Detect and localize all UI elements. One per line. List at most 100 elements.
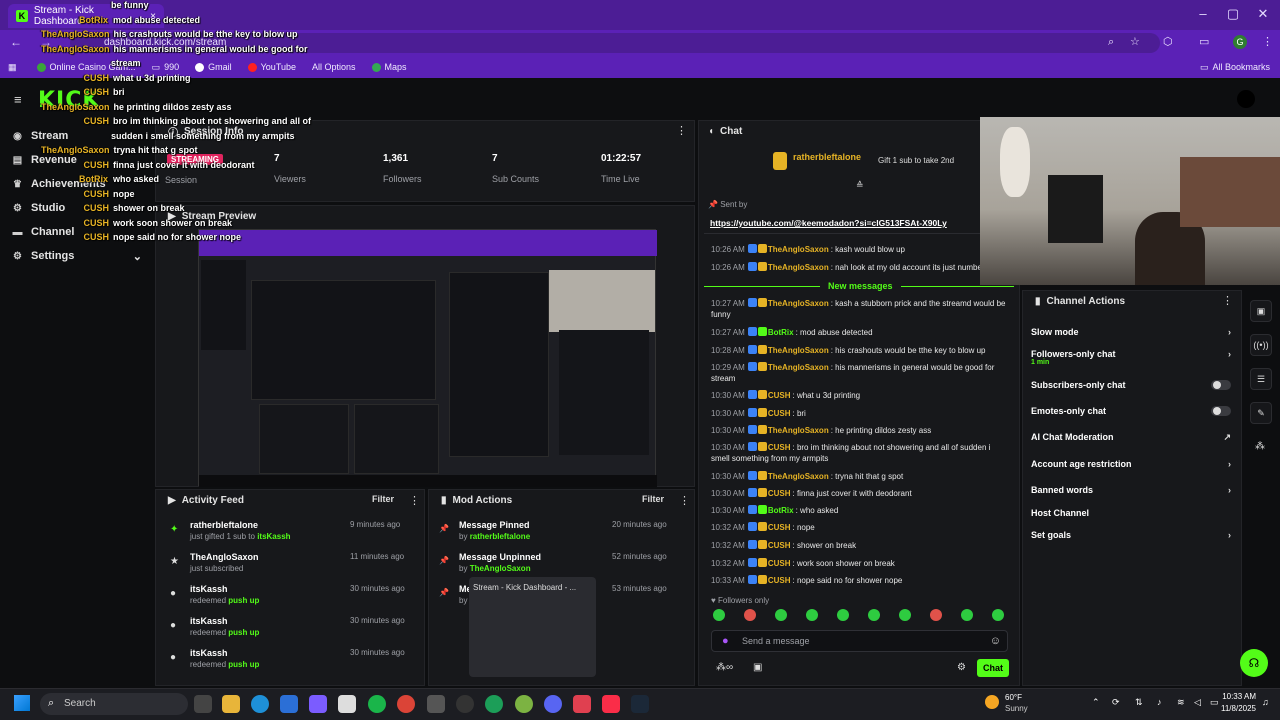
chat-input[interactable]: ● Send a message ☺ [711,630,1008,652]
stream-video[interactable] [198,229,657,487]
chat-username[interactable]: CUSH [768,489,791,498]
support-headset-icon[interactable]: ☊ [1240,649,1268,677]
channel-actions-more-icon[interactable]: ⋮ [1222,294,1233,307]
chat-username[interactable]: TheAngloSaxon [768,299,829,308]
toggle-switch[interactable] [1211,380,1231,390]
chat-username[interactable]: CUSH [768,523,791,532]
bookmark-item[interactable]: Maps [371,62,407,72]
emote-icon[interactable] [713,609,725,621]
windows-start-icon[interactable] [14,695,30,711]
feed-user[interactable]: ratherbleftalone [190,520,258,530]
extensions-icon[interactable]: ⬡ [1163,35,1173,48]
chat-username[interactable]: TheAngloSaxon [768,363,829,372]
obs-icon[interactable] [456,695,474,713]
maximize-icon[interactable]: ▢ [1218,6,1248,22]
emote-icon[interactable] [930,609,942,621]
chat-username[interactable]: TheAngloSaxon [768,346,829,355]
gift-box-icon[interactable]: ▣ [753,662,762,673]
steam-icon[interactable] [631,695,649,713]
emote-icon[interactable] [868,609,880,621]
emote-icon[interactable] [775,609,787,621]
notepad-icon[interactable] [338,695,356,713]
back-icon[interactable]: ← [10,35,22,49]
activity-filter-button[interactable]: Filter [372,494,394,504]
close-window-icon[interactable]: ✕ [1248,6,1278,22]
xbox-icon[interactable] [368,695,386,713]
minimize-icon[interactable]: – [1188,6,1218,21]
tray-mic-icon[interactable]: ♪ [1157,697,1162,707]
tray-sync-icon[interactable]: ⟳ [1112,697,1120,708]
edge-icon[interactable] [251,695,269,713]
tray-network-icon[interactable]: ⇅ [1135,697,1143,708]
channel-action-account-age-restriction[interactable]: Account age restriction › [1031,459,1231,469]
mod-filter-button[interactable]: Filter [642,494,664,504]
weather-temp[interactable]: 60°F [1005,693,1022,702]
chat-username[interactable]: CUSH [768,443,791,452]
bookmark-item[interactable]: ▭ 990 [152,62,180,73]
side-apps-icon[interactable]: ⁂ [1255,441,1265,452]
emote-icon[interactable] [837,609,849,621]
chat-username[interactable]: CUSH [768,576,791,585]
channel-action-emotes-only-chat[interactable]: Emotes-only chat [1031,406,1231,416]
emote-icon[interactable] [744,609,756,621]
bookmark-item[interactable]: All Options [312,62,356,72]
toggle-switch[interactable] [1211,406,1231,416]
chat-username[interactable]: BotRix [768,328,794,337]
emote-icon[interactable] [806,609,818,621]
channel-action-ai-chat-moderation[interactable]: AI Chat Moderation ↗ [1031,432,1231,442]
volume-icon[interactable]: ◁ [1194,697,1201,708]
apps-grid-icon[interactable]: ▦ [8,62,17,73]
collapse-pin-icon[interactable]: ≙ [856,180,864,191]
channel-action-banned-words[interactable]: Banned words › [1031,485,1231,495]
feed-user[interactable]: TheAngloSaxon [190,552,259,562]
store-icon[interactable] [280,695,298,713]
chat-username[interactable]: TheAngloSaxon [768,245,829,254]
chat-username[interactable]: CUSH [768,409,791,418]
emoji-icon[interactable]: ☺ [990,635,1001,647]
chat-username[interactable]: CUSH [768,391,791,400]
hamburger-menu-icon[interactable]: ≡ [14,92,22,107]
all-bookmarks[interactable]: ▭ All Bookmarks [1200,62,1270,73]
wifi-icon[interactable]: ≋ [1177,697,1185,708]
mod-user[interactable]: TheAngloSaxon [470,564,531,573]
clock-date[interactable]: 11/8/2025 [1214,704,1256,713]
channel-action-set-goals[interactable]: Set goals › [1031,530,1231,540]
user-avatar[interactable] [1237,90,1255,108]
chat-username[interactable]: TheAngloSaxon [768,263,829,272]
emote-icon[interactable] [899,609,911,621]
pinned-gift-user[interactable]: ratherbleftalone [793,152,861,162]
feed-user[interactable]: itsKassh [190,648,228,658]
mod-user[interactable]: ratherbleftalone [470,532,530,541]
bookmark-item[interactable]: YouTube [247,62,296,72]
side-tools-icon[interactable]: ✎ [1250,402,1272,424]
app-icon[interactable] [427,695,445,713]
task-view-icon[interactable] [194,695,212,713]
file-explorer-icon[interactable] [222,695,240,713]
notification-bell-icon[interactable]: ♫ [1262,697,1269,707]
discord-icon[interactable] [544,695,562,713]
zoom-icon[interactable]: ⌕ [1108,36,1114,49]
bookmark-item[interactable]: Gmail [195,62,232,72]
split-view-icon[interactable]: ▭ [1199,35,1209,48]
feed-user[interactable]: itsKassh [190,584,228,594]
tray-chevron-icon[interactable]: ⌃ [1092,697,1100,708]
chat-username[interactable]: TheAngloSaxon [768,472,829,481]
maps-pin-icon[interactable] [573,695,591,713]
channel-action-subscribers-only-chat[interactable]: Subscribers-only chat [1031,380,1231,390]
music-icon[interactable] [602,695,620,713]
mod-more-icon[interactable]: ⋮ [679,494,690,507]
side-chat-icon[interactable]: ▣ [1250,300,1272,322]
profile-avatar[interactable]: G [1233,35,1247,49]
app2-icon[interactable] [485,695,503,713]
copilot-icon[interactable] [309,695,327,713]
side-broadcast-icon[interactable]: ((•)) [1250,334,1272,356]
chat-tools-icon[interactable]: ⁂∞ [716,662,733,673]
channel-action-followers-only-chat[interactable]: Followers-only chat 1 min › [1031,349,1231,366]
chat-username[interactable]: TheAngloSaxon [768,426,829,435]
send-chat-button[interactable]: Chat [977,659,1009,677]
emote-icon[interactable] [961,609,973,621]
channel-action-slow-mode[interactable]: Slow mode › [1031,327,1231,337]
taskbar-search[interactable]: ⌕ Search [40,693,188,715]
chat-username[interactable]: BotRix [768,506,794,515]
menu-kebab-icon[interactable]: ⋮ [1262,35,1273,48]
